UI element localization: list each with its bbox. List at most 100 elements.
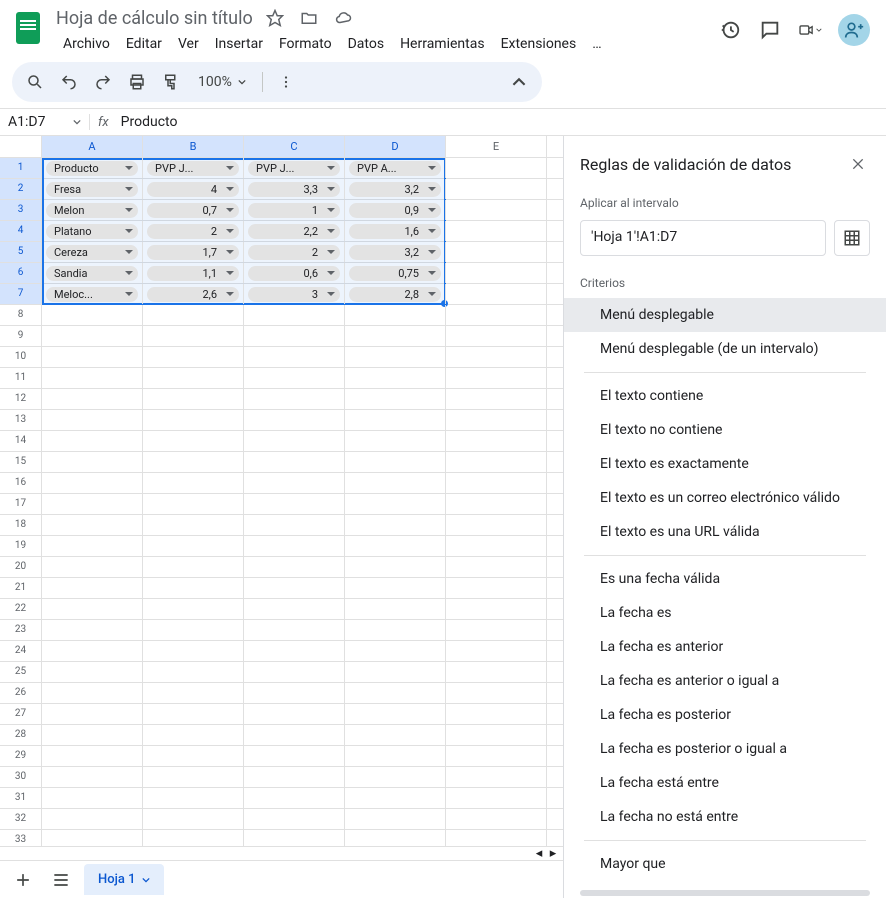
cell[interactable] — [446, 431, 547, 451]
more-icon[interactable] — [271, 67, 301, 97]
cell[interactable] — [42, 452, 143, 472]
cell[interactable] — [446, 557, 547, 577]
cell[interactable] — [244, 389, 345, 409]
cell[interactable]: Meloc... — [42, 284, 143, 304]
add-sheet-icon[interactable] — [8, 865, 38, 895]
cell[interactable] — [446, 389, 547, 409]
cell[interactable] — [42, 410, 143, 430]
horizontal-scrollbar[interactable]: ◂ ▸ — [0, 846, 563, 860]
cell[interactable] — [143, 347, 244, 367]
sheets-logo[interactable] — [8, 8, 48, 48]
cell[interactable] — [345, 368, 446, 388]
cell[interactable] — [244, 830, 345, 846]
undo-icon[interactable] — [54, 67, 84, 97]
cell[interactable] — [446, 347, 547, 367]
dropdown-chip[interactable]: 0,6 — [248, 266, 340, 281]
row-header[interactable]: 12 — [0, 389, 42, 410]
cell[interactable] — [244, 746, 345, 766]
history-icon[interactable] — [718, 18, 742, 42]
range-input[interactable]: 'Hoja 1'!A1:D7 — [580, 220, 826, 256]
cell[interactable] — [345, 620, 446, 640]
cell[interactable] — [446, 200, 547, 220]
sidebar-scroll-thumb[interactable] — [580, 890, 870, 896]
cell[interactable]: 2,6 — [143, 284, 244, 304]
row-header[interactable]: 22 — [0, 599, 42, 620]
criteria-option[interactable]: La fecha es anterior o igual a — [564, 664, 886, 698]
row-header[interactable]: 6 — [0, 263, 42, 284]
row-header[interactable]: 30 — [0, 767, 42, 788]
cell[interactable] — [446, 473, 547, 493]
cell[interactable] — [345, 683, 446, 703]
all-sheets-icon[interactable] — [46, 865, 76, 895]
paint-format-icon[interactable] — [156, 67, 186, 97]
cell[interactable] — [446, 326, 547, 346]
cell[interactable] — [446, 242, 547, 262]
cell[interactable] — [345, 452, 446, 472]
cell[interactable] — [446, 305, 547, 325]
row-header[interactable]: 9 — [0, 326, 42, 347]
cell[interactable]: 2,8 — [345, 284, 446, 304]
cell[interactable] — [345, 830, 446, 846]
cell[interactable]: 2 — [244, 242, 345, 262]
cell[interactable] — [42, 515, 143, 535]
dropdown-chip[interactable]: Platano — [46, 224, 138, 239]
menu-insertar[interactable]: Insertar — [208, 32, 270, 56]
cell[interactable] — [244, 347, 345, 367]
cell[interactable]: Melon — [42, 200, 143, 220]
cell[interactable] — [446, 221, 547, 241]
cell[interactable] — [244, 326, 345, 346]
menu-archivo[interactable]: Archivo — [56, 32, 117, 56]
cell[interactable] — [143, 725, 244, 745]
cell[interactable] — [345, 431, 446, 451]
cloud-status-icon[interactable] — [331, 6, 355, 30]
cell[interactable] — [446, 536, 547, 556]
row-header[interactable]: 27 — [0, 704, 42, 725]
cell[interactable] — [143, 767, 244, 787]
cell[interactable] — [42, 389, 143, 409]
cell[interactable] — [345, 788, 446, 808]
cell[interactable]: 1 — [244, 200, 345, 220]
cell[interactable] — [446, 515, 547, 535]
cell[interactable] — [42, 326, 143, 346]
cell[interactable] — [345, 410, 446, 430]
col-header[interactable]: E — [446, 136, 547, 157]
dropdown-chip[interactable]: PVP J... — [248, 161, 340, 176]
cell[interactable] — [244, 641, 345, 661]
cell[interactable] — [446, 704, 547, 724]
cell[interactable] — [143, 431, 244, 451]
cell[interactable] — [244, 662, 345, 682]
criteria-option[interactable]: Mayor o igual que — [564, 881, 886, 888]
cell[interactable] — [42, 725, 143, 745]
criteria-option[interactable]: El texto es un correo electrónico válido — [564, 481, 886, 515]
cell[interactable] — [446, 683, 547, 703]
row-header[interactable]: 16 — [0, 473, 42, 494]
scroll-right-icon[interactable]: ▸ — [547, 848, 559, 860]
cell[interactable]: 4 — [143, 179, 244, 199]
cell[interactable]: Platano — [42, 221, 143, 241]
row-header[interactable]: 11 — [0, 368, 42, 389]
row-header[interactable]: 31 — [0, 788, 42, 809]
cell[interactable] — [446, 788, 547, 808]
share-avatar[interactable] — [838, 14, 870, 46]
criteria-option[interactable]: El texto es una URL válida — [564, 515, 886, 549]
cell[interactable] — [244, 620, 345, 640]
cell[interactable] — [244, 683, 345, 703]
criteria-option[interactable]: El texto es exactamente — [564, 447, 886, 481]
dropdown-chip[interactable]: 0,9 — [349, 203, 441, 218]
dropdown-chip[interactable]: 0,7 — [147, 203, 239, 218]
menu-more[interactable]: … — [585, 32, 608, 56]
cell[interactable] — [244, 410, 345, 430]
cell[interactable] — [446, 410, 547, 430]
formula-input[interactable]: Producto — [117, 114, 182, 130]
dropdown-chip[interactable]: 1 — [248, 203, 340, 218]
row-header[interactable]: 17 — [0, 494, 42, 515]
cell[interactable]: 3,2 — [345, 179, 446, 199]
cell[interactable] — [446, 158, 547, 178]
dropdown-chip[interactable]: 3,2 — [349, 182, 441, 197]
cell[interactable]: 3,3 — [244, 179, 345, 199]
dropdown-chip[interactable]: Sandia — [46, 266, 138, 281]
cell[interactable] — [42, 641, 143, 661]
dropdown-chip[interactable]: 3,2 — [349, 245, 441, 260]
dropdown-chip[interactable]: 1,6 — [349, 224, 441, 239]
cell[interactable]: 0,9 — [345, 200, 446, 220]
